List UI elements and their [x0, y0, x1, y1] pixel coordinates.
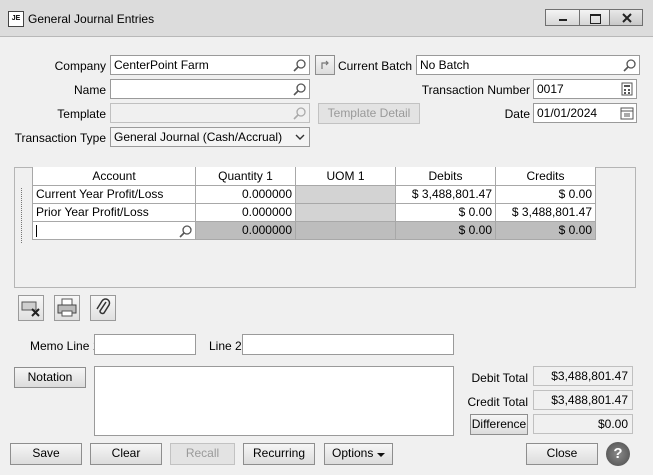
debit-cell[interactable]: $ 0.00 [395, 202, 496, 222]
transaction-type-select[interactable]: General Journal (Cash/Accrual) [110, 127, 310, 147]
table-row[interactable]: Current Year Profit/Loss 0.000000 $ 3,48… [32, 184, 596, 204]
debit-cell[interactable]: $ 3,488,801.47 [395, 184, 496, 204]
close-button[interactable]: Close [526, 443, 598, 465]
journal-lines-table: Account Quantity 1 UOM 1 Debits Credits … [32, 167, 596, 240]
lookup-icon[interactable] [623, 58, 637, 72]
column-header-credits[interactable]: Credits [495, 167, 596, 186]
uom-cell [295, 202, 396, 222]
transaction-number-field[interactable]: 0017 [533, 79, 637, 99]
recurring-button[interactable]: Recurring [243, 443, 315, 465]
date-field[interactable]: 01/01/2024 [533, 103, 637, 123]
credit-cell[interactable]: $ 3,488,801.47 [495, 202, 596, 222]
current-batch-value: No Batch [420, 58, 470, 72]
calculator-icon[interactable] [620, 82, 634, 96]
current-batch-label: Current Batch [337, 59, 412, 73]
recall-button[interactable]: Recall [170, 443, 235, 465]
column-header-quantity[interactable]: Quantity 1 [195, 167, 296, 186]
dropdown-arrow-icon [377, 453, 385, 457]
save-button[interactable]: Save [10, 443, 82, 465]
memo-line2-label: Line 2 [209, 339, 242, 353]
name-label: Name [73, 83, 106, 97]
transaction-type-value: General Journal (Cash/Accrual) [114, 130, 283, 144]
lookup-icon [293, 107, 306, 120]
print-button[interactable] [54, 295, 80, 321]
table-header-row: Account Quantity 1 UOM 1 Debits Credits [32, 167, 596, 186]
credit-total-value: $3,488,801.47 [533, 390, 633, 410]
minimize-icon [559, 19, 567, 21]
credit-cell[interactable]: $ 0.00 [495, 184, 596, 204]
table-row-new[interactable]: 0.000000 $ 0.00 $ 0.00 [32, 220, 596, 240]
quantity-cell[interactable]: 0.000000 [195, 202, 296, 222]
memo-line1-input[interactable] [94, 334, 196, 355]
delete-row-icon [21, 301, 40, 317]
paperclip-icon [96, 298, 111, 315]
maximize-icon [590, 14, 601, 24]
clear-button[interactable]: Clear [90, 443, 162, 465]
transaction-type-label: Transaction Type [14, 131, 106, 145]
debit-total-value: $3,488,801.47 [533, 366, 633, 386]
template-field[interactable] [110, 103, 310, 123]
difference-value: $0.00 [533, 414, 633, 434]
column-header-debits[interactable]: Debits [395, 167, 496, 186]
template-detail-button[interactable]: Template Detail [318, 103, 420, 124]
transaction-number-value: 0017 [537, 82, 564, 96]
difference-button[interactable]: Difference [470, 414, 528, 435]
account-cell[interactable]: Current Year Profit/Loss [32, 184, 196, 204]
notation-button[interactable]: Notation [14, 367, 86, 388]
chevron-down-icon [295, 134, 305, 140]
calendar-icon[interactable] [620, 106, 634, 120]
row-marker [21, 188, 32, 243]
lookup-icon[interactable] [179, 224, 193, 238]
column-header-account[interactable]: Account [32, 167, 196, 186]
maximize-button[interactable] [579, 9, 610, 26]
template-label: Template [57, 107, 106, 121]
credit-total-label: Credit Total [467, 395, 528, 409]
notation-textarea[interactable] [94, 366, 454, 436]
column-header-uom[interactable]: UOM 1 [295, 167, 396, 186]
company-field[interactable]: CenterPoint Farm [110, 55, 310, 75]
text-cursor [36, 224, 37, 237]
attachment-button[interactable] [90, 295, 116, 321]
account-cell[interactable]: Prior Year Profit/Loss [32, 202, 196, 222]
quantity-cell[interactable]: 0.000000 [195, 220, 296, 240]
quantity-cell[interactable]: 0.000000 [195, 184, 296, 204]
current-batch-field[interactable]: No Batch [416, 55, 640, 75]
lookup-icon[interactable] [293, 58, 307, 72]
table-row[interactable]: Prior Year Profit/Loss 0.000000 $ 0.00 $… [32, 202, 596, 222]
date-value: 01/01/2024 [537, 106, 598, 120]
journal-app-icon: JE [8, 11, 24, 27]
close-icon [622, 13, 632, 23]
account-input-cell[interactable] [32, 220, 196, 240]
delete-line-button[interactable] [18, 295, 44, 321]
window-title: General Journal Entries [28, 12, 155, 26]
lookup-icon[interactable] [293, 82, 307, 96]
minimize-button[interactable] [545, 9, 580, 26]
printer-icon [57, 298, 77, 317]
help-icon[interactable]: ? [606, 442, 630, 466]
close-window-button[interactable] [609, 9, 643, 26]
options-button[interactable]: Options [324, 443, 393, 465]
company-value: CenterPoint Farm [114, 58, 209, 72]
options-label: Options [332, 446, 374, 460]
date-label: Date [504, 107, 530, 121]
uom-cell [295, 184, 396, 204]
company-label: Company [54, 59, 106, 73]
debit-cell[interactable]: $ 0.00 [395, 220, 496, 240]
transaction-number-label: Transaction Number [421, 83, 530, 97]
credit-cell[interactable]: $ 0.00 [495, 220, 596, 240]
memo-line2-input[interactable] [242, 334, 454, 355]
uom-cell [295, 220, 396, 240]
memo-line1-label: Memo Line 1 [30, 339, 100, 353]
name-field[interactable] [110, 79, 310, 99]
debit-total-label: Debit Total [471, 371, 528, 385]
